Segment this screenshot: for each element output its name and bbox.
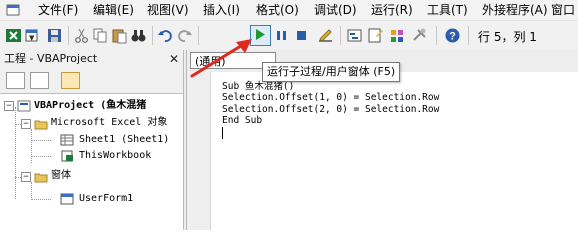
tree-label: UserForm1 — [79, 193, 134, 204]
menu-window[interactable]: 窗口 — [551, 3, 575, 18]
text-cursor — [222, 127, 223, 139]
collapse-icon[interactable]: − — [4, 101, 14, 111]
project-tree: − VBAProject (鱼木混猪 − Microsoft Excel 对象 … — [0, 95, 183, 230]
folder-open-icon — [34, 173, 48, 183]
code-line: Selection.Offset(2, 0) = Selection.Row — [222, 104, 440, 115]
menu-view[interactable]: 视图(V) — [147, 3, 189, 18]
collapse-icon[interactable]: − — [21, 172, 31, 182]
cursor-position: 行 5，列 1 — [478, 30, 537, 44]
excel-icon[interactable] — [5, 27, 22, 44]
run-tooltip: 运行子过程/用户窗体 (F5) — [262, 62, 401, 82]
menu-file[interactable]: 文件(F) — [38, 3, 78, 18]
menu-insert[interactable]: 插入(I) — [203, 3, 240, 18]
design-mode-icon[interactable] — [317, 27, 334, 44]
menu-edit[interactable]: 编辑(E) — [93, 3, 134, 18]
userform-icon — [60, 193, 74, 205]
code-line: Selection.Offset(1, 0) = Selection.Row — [222, 92, 440, 103]
tree-label: 窗体 — [51, 170, 71, 181]
copy-icon[interactable] — [92, 27, 109, 44]
chevron-down-icon[interactable]: ▼ — [29, 34, 34, 42]
save-icon[interactable] — [46, 27, 63, 44]
break-icon[interactable] — [273, 27, 290, 44]
code-line: Sub 鱼木混猪() — [222, 81, 295, 92]
tree-label: VBAProject (鱼木混猪 — [34, 100, 147, 111]
collapse-icon[interactable]: − — [21, 119, 31, 129]
standard-toolbar: ▼ ? 行 5，列 1 — [0, 20, 578, 51]
svg-text:?: ? — [449, 31, 456, 43]
menu-debug[interactable]: 调试(D) — [314, 3, 357, 18]
folder-open-icon — [34, 120, 48, 130]
properties-icon[interactable] — [367, 27, 384, 44]
toggle-folders-icon[interactable] — [61, 72, 80, 89]
reset-icon[interactable] — [293, 27, 310, 44]
toolbox-icon[interactable] — [411, 27, 428, 44]
vba-app-icon — [6, 4, 20, 16]
undo-icon[interactable] — [157, 27, 174, 44]
menu-format[interactable]: 格式(O) — [256, 3, 299, 18]
paste-icon[interactable] — [111, 27, 128, 44]
find-icon[interactable] — [130, 27, 147, 44]
menu-tools[interactable]: 工具(T) — [427, 3, 468, 18]
cut-icon[interactable] — [73, 27, 90, 44]
object-browser-icon[interactable] — [389, 27, 406, 44]
menu-bar: 文件(F) 编辑(E) 视图(V) 插入(I) 格式(O) 调试(D) 运行(R… — [0, 0, 578, 20]
tree-label: ThisWorkbook — [79, 150, 152, 161]
worksheet-icon — [60, 134, 74, 146]
menu-addins[interactable]: 外接程序(A) — [482, 3, 548, 18]
menu-run[interactable]: 运行(R) — [371, 3, 413, 18]
project-explorer-toolbar — [0, 68, 183, 94]
vbaproject-icon — [17, 100, 31, 112]
view-object-icon[interactable] — [30, 72, 49, 89]
code-margin — [187, 72, 211, 230]
annotation-arrow-icon — [190, 39, 252, 78]
code-line: End Sub — [222, 115, 263, 126]
tree-label: Sheet1 (Sheet1) — [79, 134, 170, 145]
project-explorer-title: 工程 - VBAProject — [0, 50, 183, 68]
view-code-icon[interactable] — [6, 72, 25, 89]
project-explorer-icon[interactable] — [346, 27, 363, 44]
help-icon[interactable]: ? — [444, 27, 461, 44]
tree-label: Microsoft Excel 对象 — [51, 117, 168, 128]
close-icon[interactable]: ✕ — [169, 50, 179, 68]
workbook-icon — [61, 150, 73, 162]
